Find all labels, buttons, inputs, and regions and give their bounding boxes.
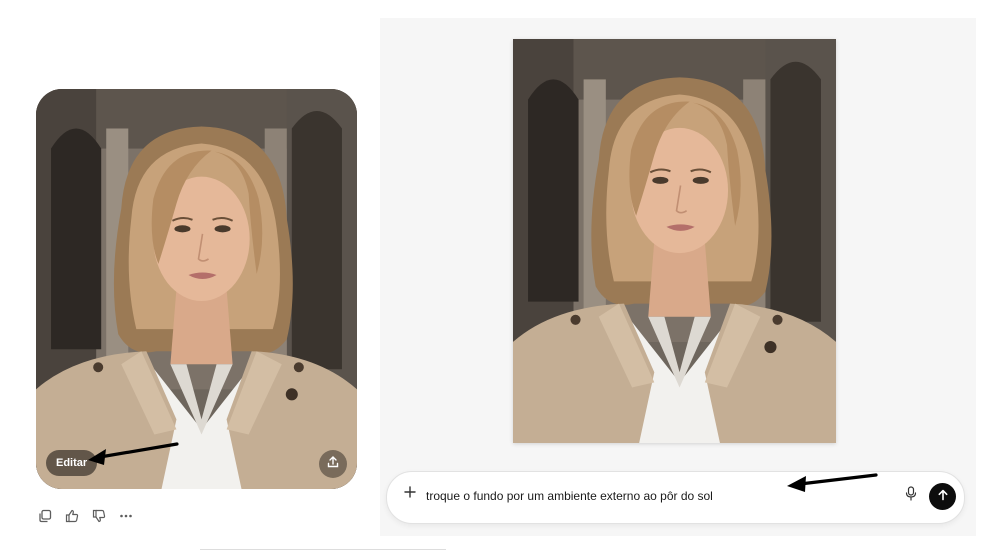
- thumbs-up-icon: [65, 509, 79, 528]
- copy-button[interactable]: [36, 509, 53, 528]
- dislike-button[interactable]: [90, 509, 107, 528]
- more-icon: [119, 509, 133, 528]
- add-attachment-button[interactable]: [401, 485, 419, 503]
- prompt-input[interactable]: troque o fundo por um ambiente externo a…: [426, 489, 713, 503]
- edit-prompt-bar[interactable]: troque o fundo por um ambiente externo a…: [386, 471, 965, 524]
- thumbs-down-icon: [92, 509, 106, 528]
- voice-input-button[interactable]: [903, 486, 919, 506]
- share-icon: [326, 455, 340, 474]
- more-button[interactable]: [117, 510, 134, 527]
- generated-image-card[interactable]: Editar: [36, 89, 357, 489]
- copy-icon: [38, 509, 52, 528]
- screen: Editar troque o fundo por um ambiente ex…: [0, 0, 984, 554]
- editor-image-preview[interactable]: [513, 39, 836, 443]
- plus-icon: [404, 485, 416, 503]
- microphone-icon: [905, 486, 917, 506]
- edit-image-button[interactable]: Editar: [46, 450, 98, 476]
- message-actions: [36, 509, 134, 528]
- divider: [200, 549, 446, 550]
- arrow-up-icon: [937, 488, 949, 506]
- image-editor-panel: [380, 18, 976, 536]
- like-button[interactable]: [63, 509, 80, 528]
- generated-image[interactable]: [36, 89, 357, 489]
- send-button[interactable]: [929, 483, 956, 510]
- share-button[interactable]: [319, 450, 347, 478]
